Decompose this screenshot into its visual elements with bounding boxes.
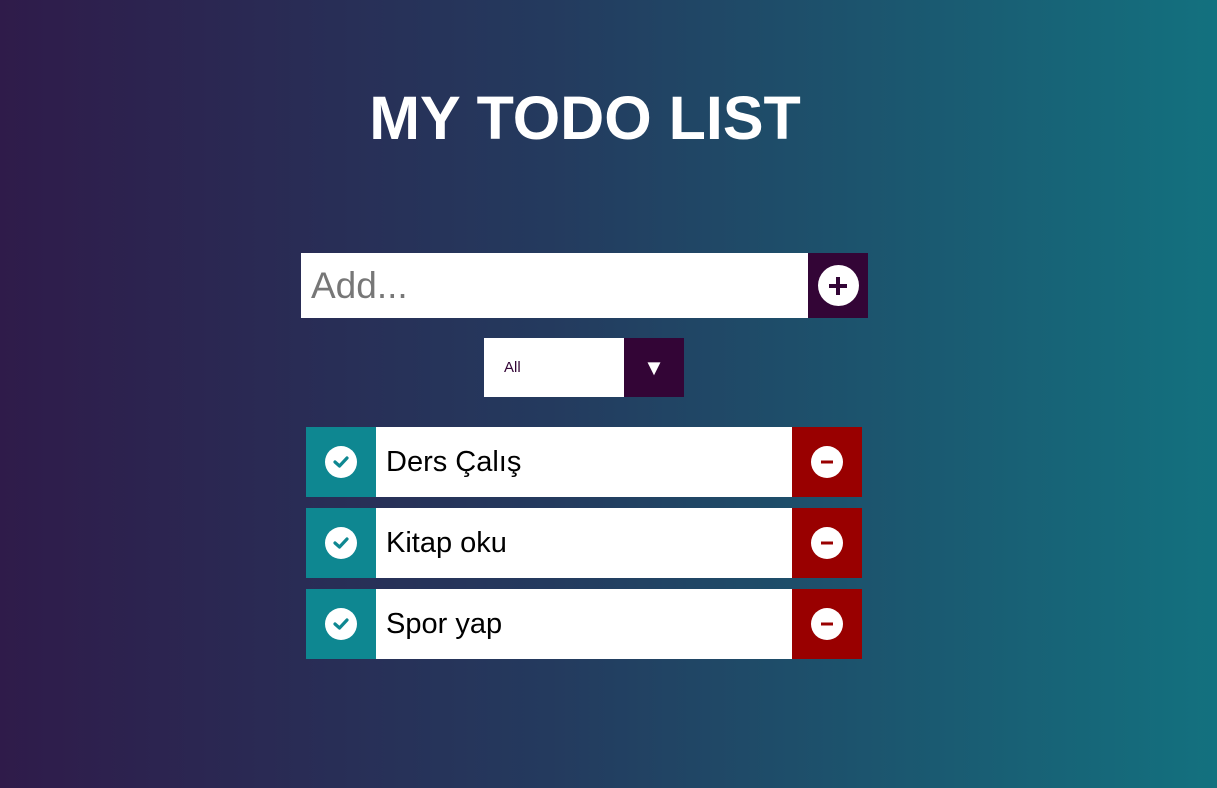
complete-button[interactable]	[306, 508, 376, 578]
check-circle-icon	[325, 527, 357, 559]
todo-list: Ders Çalış Kitap oku Spor yap	[306, 427, 862, 670]
complete-button[interactable]	[306, 589, 376, 659]
add-todo-input[interactable]	[301, 253, 808, 318]
complete-button[interactable]	[306, 427, 376, 497]
todo-text: Spor yap	[376, 589, 792, 659]
todo-text: Ders Çalış	[376, 427, 792, 497]
check-circle-icon	[325, 608, 357, 640]
todo-item: Kitap oku	[306, 508, 862, 578]
chevron-down-icon[interactable]: ▼	[624, 338, 684, 397]
add-todo-form	[301, 253, 868, 318]
remove-button[interactable]	[792, 508, 862, 578]
add-todo-button[interactable]	[808, 253, 868, 318]
check-circle-icon	[325, 446, 357, 478]
filter-selected-value[interactable]: All	[484, 338, 624, 397]
plus-circle-icon	[817, 265, 859, 306]
remove-button[interactable]	[792, 589, 862, 659]
page-title: MY TODO LIST	[369, 84, 801, 152]
todo-item: Spor yap	[306, 589, 862, 659]
minus-circle-icon	[811, 446, 843, 478]
remove-button[interactable]	[792, 427, 862, 497]
minus-circle-icon	[811, 527, 843, 559]
todo-text: Kitap oku	[376, 508, 792, 578]
minus-circle-icon	[811, 608, 843, 640]
todo-item: Ders Çalış	[306, 427, 862, 497]
filter-select[interactable]: All ▼	[484, 338, 684, 397]
